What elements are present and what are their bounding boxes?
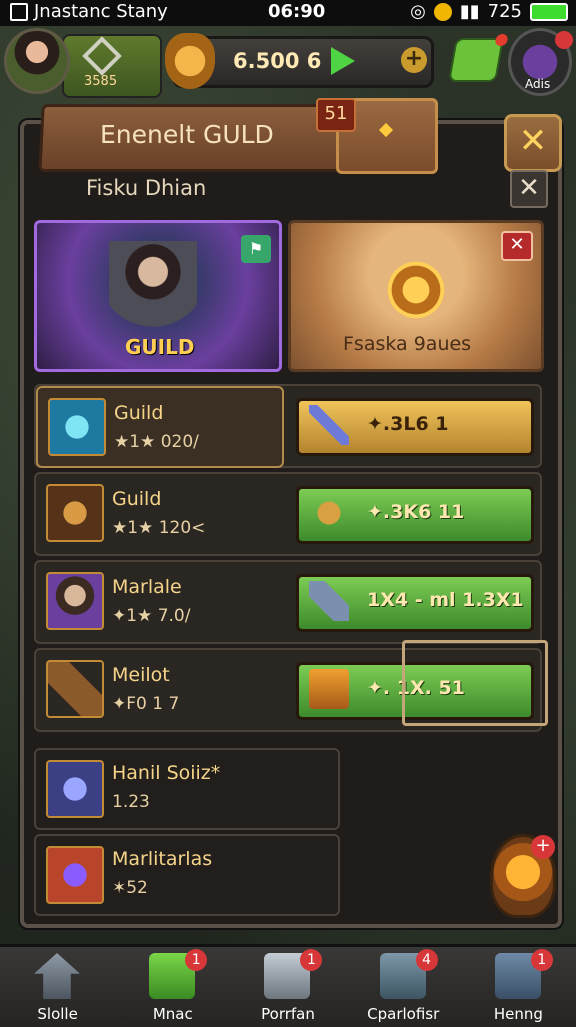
- nav-badge: 1: [300, 949, 323, 971]
- gold-shield-icon: [165, 33, 215, 89]
- chest-icon: [309, 669, 349, 709]
- guild-row: Marlale ✦1★ 7.0/ 1X4 - ml 1.3X1: [34, 560, 542, 644]
- nav-item-mnac[interactable]: 1 Mnac: [115, 947, 230, 1027]
- profile-orb-icon[interactable]: Adis: [508, 28, 573, 96]
- row-info[interactable]: Guild ★1★ 020/: [36, 386, 284, 468]
- row-name: Guild: [114, 402, 164, 424]
- claim-button[interactable]: ✦.3L6 1: [296, 398, 534, 456]
- sword-icon: [309, 405, 349, 445]
- close-button[interactable]: ✕: [504, 114, 562, 172]
- status-bar: Jnastanc Stany 06:90 ◎ ▮▮ 725: [0, 0, 576, 26]
- nav-item-porrfan[interactable]: 1 Porrfan: [230, 947, 345, 1027]
- nav-item-cparlofisr[interactable]: 4 Cparlofisr: [346, 947, 461, 1027]
- title-badge: 51: [316, 98, 356, 132]
- button-label: ✦.3K6 11: [367, 501, 465, 523]
- action-button[interactable]: +: [490, 834, 556, 918]
- axe-icon: [309, 581, 349, 621]
- nav-badge: 1: [530, 949, 553, 971]
- row-name: Meilot: [112, 664, 170, 686]
- buy-button[interactable]: 1X4 - ml 1.3X1: [296, 574, 534, 632]
- notification-icon: [10, 2, 28, 21]
- row-name: Marlitarlas: [112, 848, 213, 870]
- level-label: 3585: [84, 74, 118, 89]
- guild-card-label: GUILD: [125, 335, 195, 359]
- nav-badge: 4: [415, 949, 438, 971]
- row-info[interactable]: Marlale ✦1★ 7.0/: [36, 562, 280, 640]
- row-name: Guild: [112, 488, 162, 510]
- reward-card-label: Fsaska 9aues: [343, 333, 472, 355]
- hero-portrait-icon: [46, 572, 104, 630]
- row-stat: ✦F0 1 7: [112, 694, 180, 714]
- headset-icon: ◎: [410, 1, 426, 22]
- row-name: Hanil Soiiz*: [112, 762, 221, 784]
- gem-icon: [378, 122, 394, 138]
- clock: 06:90: [268, 1, 326, 22]
- close-icon[interactable]: ✕: [510, 170, 548, 208]
- battery-text: 725: [487, 1, 522, 22]
- row-stat: ★1★ 120<: [112, 518, 206, 538]
- signal-icon: ▮▮: [459, 1, 480, 22]
- nav-badge: 1: [185, 949, 208, 971]
- home-icon: [34, 953, 80, 999]
- gift-icon[interactable]: [448, 34, 509, 82]
- profile-label: Adis: [525, 77, 551, 91]
- panel-subtitle: Fisku Dhian: [86, 176, 207, 200]
- gem-icon: [46, 846, 104, 904]
- nav-label: Porrfan: [261, 1005, 315, 1023]
- row-stat: ✦1★ 7.0/: [112, 606, 191, 626]
- nav-item-henng[interactable]: 1 Henng: [461, 947, 576, 1027]
- level-badge[interactable]: 3585: [62, 34, 162, 98]
- guild-row[interactable]: Hanil Soiiz* 1.23: [34, 748, 340, 830]
- portal-icon: [48, 398, 106, 456]
- guild-card[interactable]: ⚑ GUILD: [34, 220, 282, 372]
- guild-flag-icon[interactable]: ⚑: [241, 235, 271, 263]
- battery-icon: [530, 2, 568, 21]
- row-info[interactable]: Meilot ✦F0 1 7: [36, 650, 280, 728]
- hammer-icon: [46, 484, 104, 542]
- scroll-icon: [46, 660, 104, 718]
- currency-bar: 6.500 6 +: [165, 33, 434, 89]
- selection-frame: [402, 640, 548, 726]
- guild-row: Guild ★1★ 020/ ✦.3L6 1: [34, 384, 542, 468]
- button-label: ✦.3L6 1: [367, 413, 449, 435]
- nav-label: Cparlofisr: [367, 1005, 440, 1023]
- nav-label: Slolle: [37, 1005, 78, 1023]
- play-arrow-icon[interactable]: [331, 47, 355, 75]
- row-stat: 1.23: [112, 792, 150, 812]
- panel-title: Enenelt GULD: [100, 120, 274, 149]
- button-label: 1X4 - ml 1.3X1: [367, 589, 524, 611]
- cannon-icon: [309, 493, 349, 533]
- guild-row: Meilot ✦F0 1 7 ✦. 1X. 51: [34, 640, 548, 732]
- add-currency-button[interactable]: +: [401, 47, 427, 73]
- reward-shield-icon: [385, 259, 447, 321]
- currency-value: 6.500 6: [233, 49, 322, 73]
- guild-row[interactable]: Marlitarlas ✶52: [34, 834, 340, 916]
- reward-close-button[interactable]: ✕: [501, 231, 533, 261]
- level-chevron-icon: [82, 36, 122, 76]
- status-icons: ◎ ▮▮ 725: [410, 1, 568, 22]
- bottom-nav: Slolle 1 Mnac 1 Porrfan 4 Cparlofisr 1 H…: [0, 944, 576, 1027]
- guild-row: Guild ★1★ 120< ✦.3K6 11: [34, 472, 542, 556]
- reward-card[interactable]: ✕ Fsaska 9aues: [288, 220, 544, 372]
- row-stat: ★1★ 020/: [114, 432, 199, 452]
- nav-label: Mnac: [152, 1005, 193, 1023]
- row-info[interactable]: Guild ★1★ 120<: [36, 474, 280, 552]
- buy-button[interactable]: ✦.3K6 11: [296, 486, 534, 544]
- carrier-name: Jnastanc Stany: [34, 1, 168, 22]
- row-stat: ✶52: [112, 878, 148, 898]
- coin-icon: [433, 2, 452, 21]
- row-name: Marlale: [112, 576, 182, 598]
- nav-label: Henng: [493, 1005, 543, 1023]
- notification-dot: [494, 34, 509, 46]
- nav-item-slolle[interactable]: Slolle: [0, 947, 115, 1027]
- profile-badge: [555, 31, 573, 49]
- hero-avatar-icon[interactable]: [4, 28, 70, 94]
- carrier-group: Jnastanc Stany: [10, 1, 168, 22]
- crystal-icon: [46, 760, 104, 818]
- fab-badge: +: [531, 835, 555, 859]
